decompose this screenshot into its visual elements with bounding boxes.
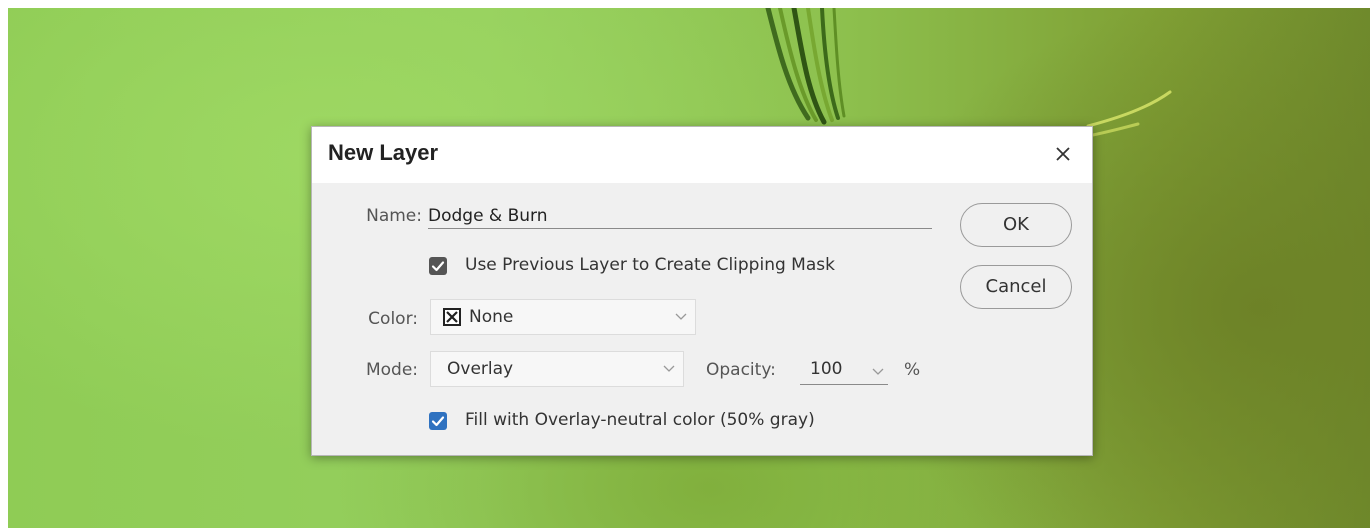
color-value: None xyxy=(469,307,514,327)
fill-neutral-checkbox[interactable] xyxy=(429,412,447,430)
name-label: Name: xyxy=(366,206,422,226)
opacity-input[interactable]: 100 xyxy=(800,359,888,385)
cancel-button[interactable]: Cancel xyxy=(960,265,1072,309)
clipping-mask-label: Use Previous Layer to Create Clipping Ma… xyxy=(465,255,835,275)
opacity-label: Opacity: xyxy=(706,360,776,380)
dialog-title: New Layer xyxy=(328,140,439,165)
x-box-icon xyxy=(443,308,461,326)
checkmark-icon xyxy=(431,416,445,427)
opacity-unit: % xyxy=(904,360,921,380)
chevron-down-icon xyxy=(663,365,675,372)
close-button[interactable] xyxy=(1048,139,1078,169)
color-label: Color: xyxy=(368,309,418,329)
color-dropdown[interactable]: None xyxy=(430,299,696,335)
layer-name-input[interactable] xyxy=(428,203,932,229)
mode-label: Mode: xyxy=(365,360,418,380)
ok-button[interactable]: OK xyxy=(960,203,1072,247)
opacity-value: 100 xyxy=(810,359,843,379)
chevron-down-icon xyxy=(675,313,687,320)
clipping-mask-checkbox[interactable] xyxy=(429,257,447,275)
mode-value: Overlay xyxy=(447,359,514,379)
mode-dropdown[interactable]: Overlay xyxy=(430,351,684,387)
fill-neutral-label: Fill with Overlay-neutral color (50% gra… xyxy=(465,410,815,430)
dialog-titlebar: New Layer xyxy=(312,127,1092,183)
close-icon xyxy=(1056,147,1070,161)
checkmark-icon xyxy=(431,261,445,272)
new-layer-dialog: New Layer Name: Use Previous Layer to Cr… xyxy=(311,126,1093,456)
chevron-down-icon[interactable] xyxy=(872,367,884,377)
